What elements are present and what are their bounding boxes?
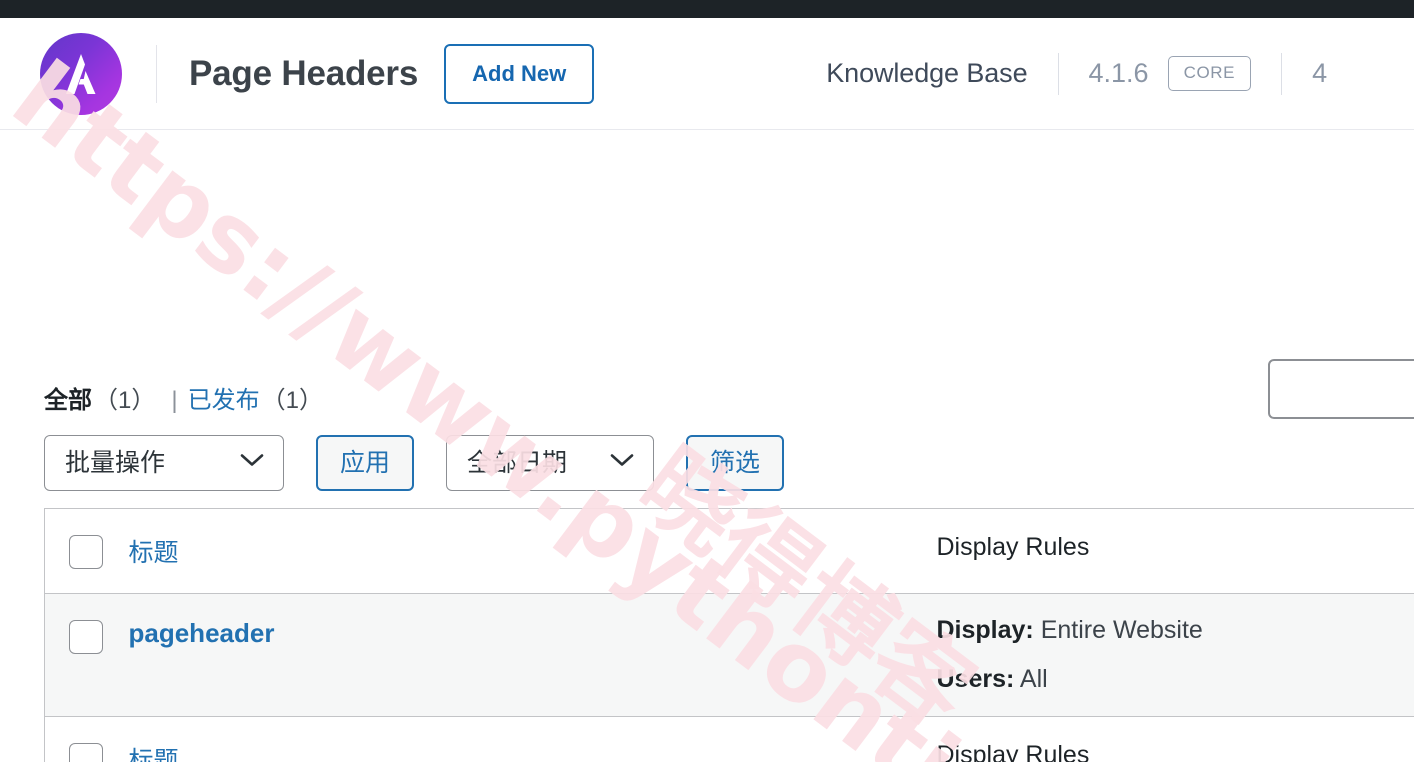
product-name: Knowledge Base: [826, 58, 1028, 88]
page-title: Page Headers: [189, 53, 419, 93]
header-divider: [156, 44, 157, 103]
search-input[interactable]: [1268, 359, 1414, 419]
filter-button[interactable]: 筛选: [686, 435, 784, 491]
rule-users-label: Users:: [936, 665, 1015, 693]
column-header-title-label: 标题: [128, 539, 179, 567]
rule-users: Users: All: [937, 667, 1414, 692]
rule-display: Display: Entire Website: [937, 618, 1414, 643]
column-header-title[interactable]: 标题: [128, 508, 937, 594]
row-checkbox-cell: [45, 594, 129, 717]
tablenav-top: 批量操作 应用 全部日期 筛选: [44, 435, 784, 491]
date-filter-select[interactable]: 全部日期: [446, 435, 654, 491]
bulk-action-select-wrap-top: 批量操作: [44, 435, 284, 491]
status-filter-tabs: 全部 （1） | 已发布 （1）: [44, 380, 323, 415]
column-header-display-rules: Display Rules: [936, 508, 1414, 594]
rule-display-value: Entire Website: [1040, 616, 1203, 644]
astra-logo-icon: [40, 32, 122, 115]
tab-published-count: （1）: [261, 387, 323, 414]
rule-users-value: All: [1019, 665, 1048, 693]
add-new-button[interactable]: Add New: [444, 43, 595, 104]
version-label: 4.1.6: [1088, 58, 1149, 88]
column-footer-display-rules-label: Display Rules: [936, 741, 1090, 762]
select-all-cell-bottom: [44, 716, 129, 762]
bulk-action-select-top[interactable]: 批量操作: [44, 435, 284, 491]
row-checkbox[interactable]: [69, 620, 103, 654]
row-title-cell: pageheader: [129, 594, 937, 717]
table-footer-row: 标题 Display Rules: [44, 716, 1414, 762]
apply-button-top[interactable]: 应用: [316, 435, 414, 491]
tab-all-count: （1）: [94, 387, 156, 414]
core-badge: CORE: [1167, 56, 1252, 91]
rule-display-label: Display:: [936, 616, 1034, 644]
column-footer-title[interactable]: 标题: [128, 716, 937, 762]
meta-separator-2: [1281, 52, 1283, 95]
wp-admin-bar: [0, 0, 1414, 18]
select-all-checkbox-bottom[interactable]: [69, 743, 103, 762]
table-row: pageheader Display: Entire Website Users…: [44, 593, 1414, 717]
row-title-link[interactable]: pageheader: [129, 618, 275, 648]
column-header-display-rules-label: Display Rules: [936, 533, 1090, 561]
table-header-row: 标题 Display Rules: [44, 508, 1414, 594]
list-table-wrap: 全部 （1） | 已发布 （1） 批量操作 应用 全部日期 筛选 标题 Disp…: [0, 131, 1414, 762]
column-footer-title-label: 标题: [128, 747, 179, 762]
column-footer-display-rules: Display Rules: [936, 716, 1414, 762]
tab-separator: |: [171, 387, 178, 414]
version-secondary-label: 4: [1312, 58, 1328, 88]
row-display-rules-cell: Display: Entire Website Users: All: [937, 594, 1414, 717]
select-all-cell-top: [44, 508, 129, 594]
page-root: Page Headers Add New Knowledge Base 4.1.…: [0, 0, 1414, 762]
date-filter-select-wrap: 全部日期: [446, 435, 654, 491]
posts-list-table: 标题 Display Rules pageheader Display: Ent…: [44, 508, 1414, 762]
header-meta: Knowledge Base 4.1.6 CORE 4: [826, 52, 1328, 95]
tab-all-label[interactable]: 全部: [44, 380, 92, 415]
meta-separator-1: [1057, 52, 1059, 95]
select-all-checkbox-top[interactable]: [69, 535, 103, 569]
plugin-header: Page Headers Add New Knowledge Base 4.1.…: [0, 18, 1414, 130]
tab-published-label[interactable]: 已发布: [188, 380, 260, 415]
